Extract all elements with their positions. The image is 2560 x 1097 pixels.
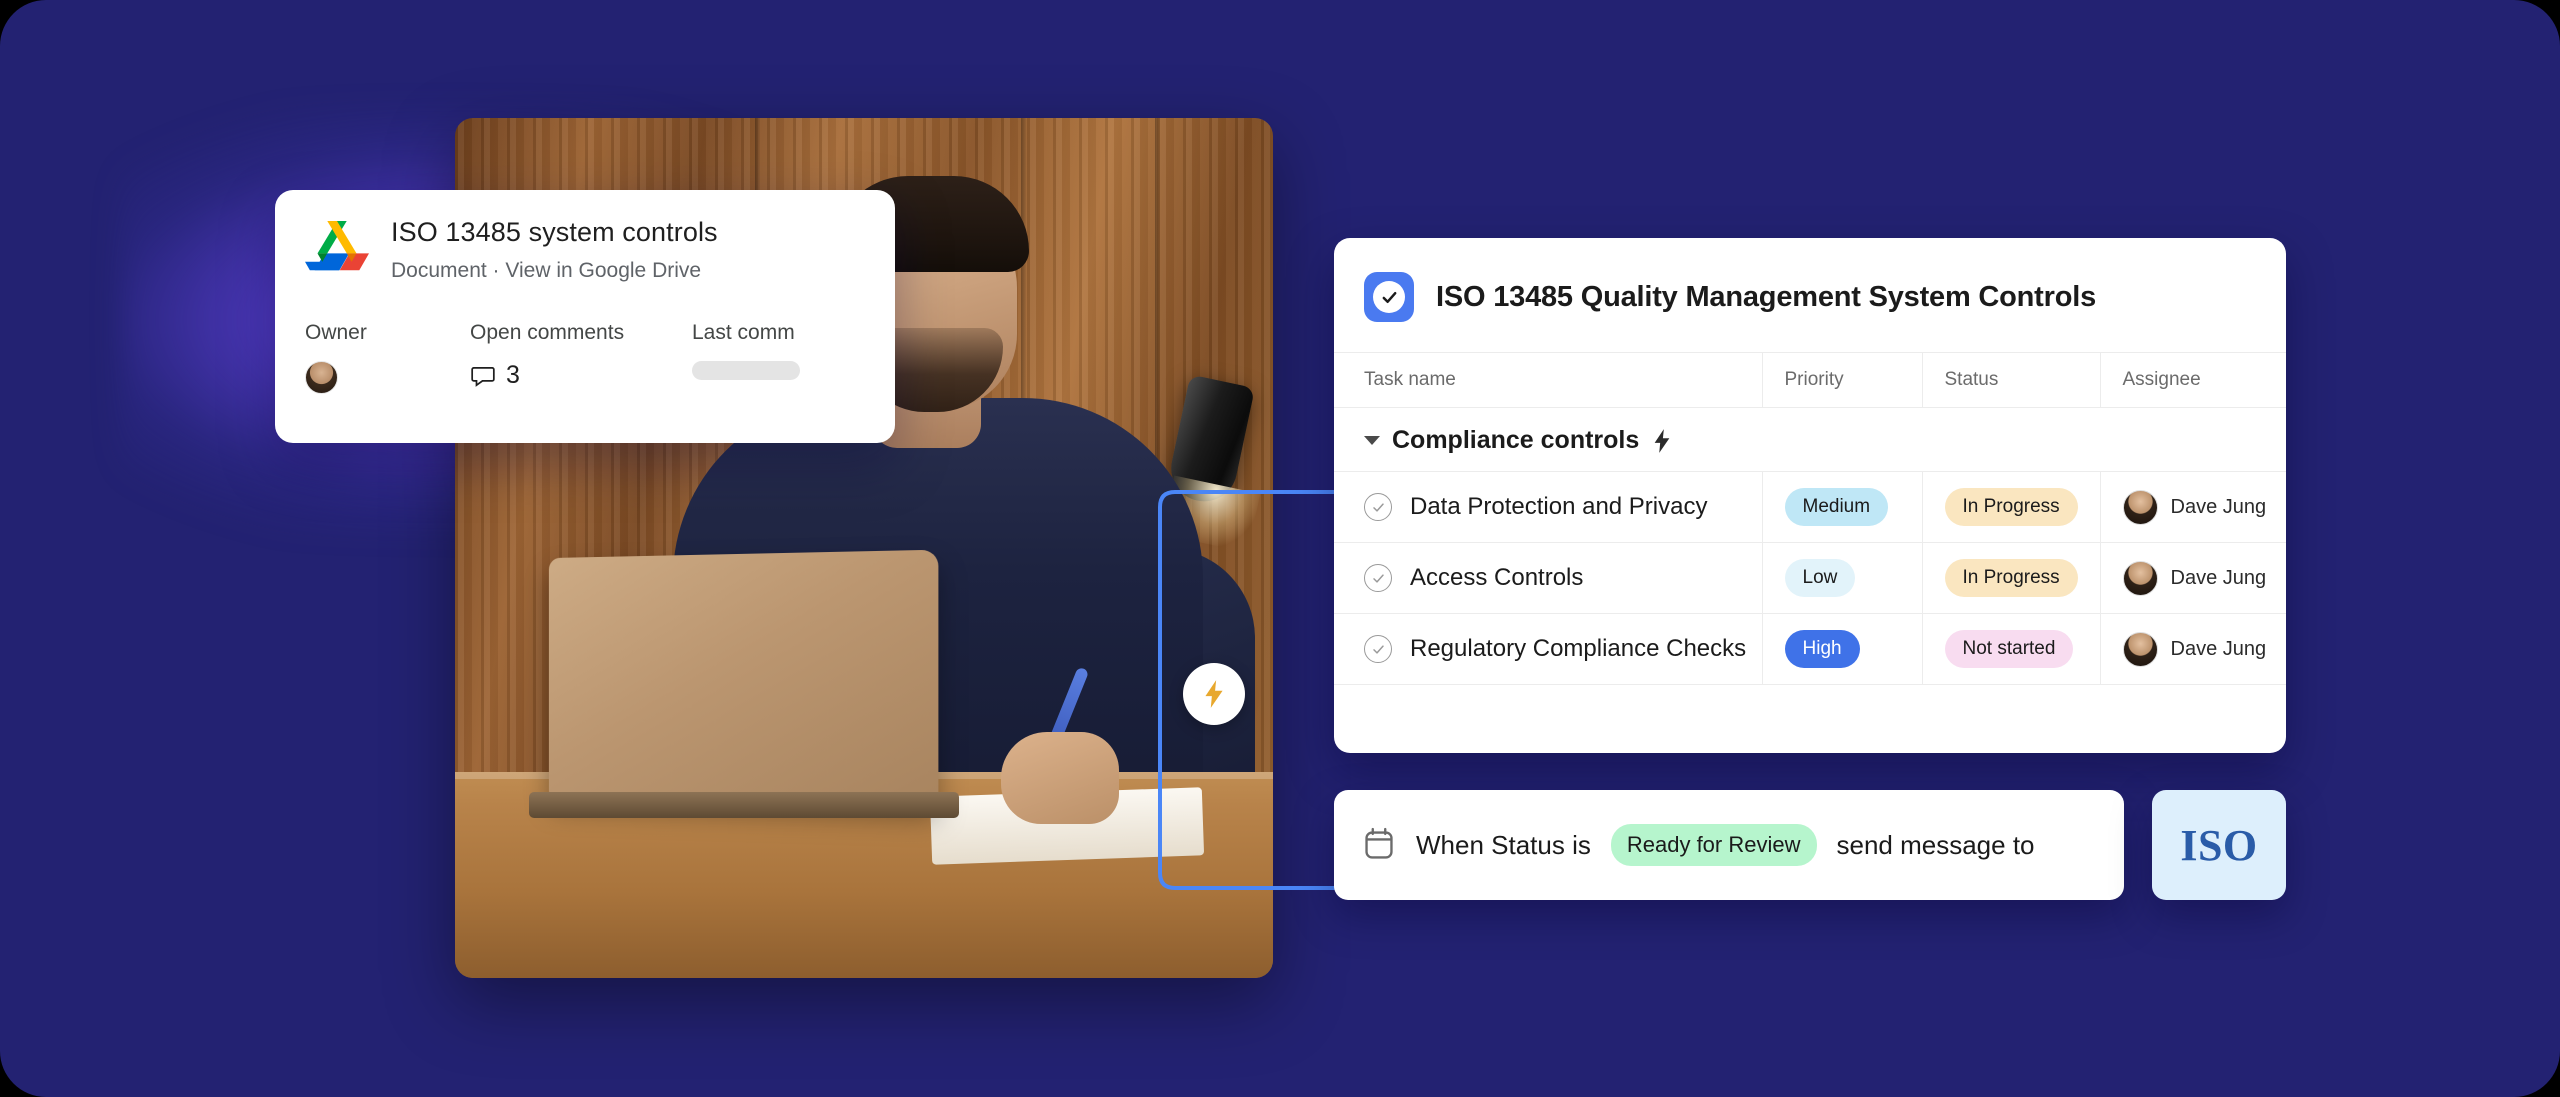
person-hand — [1001, 732, 1119, 824]
section-row[interactable]: Compliance controls — [1334, 407, 2286, 472]
cell-priority[interactable]: High — [1761, 613, 1922, 685]
task-complete-icon[interactable] — [1364, 635, 1392, 663]
section-cell: Compliance controls — [1334, 407, 2286, 472]
task-complete-icon[interactable] — [1364, 493, 1392, 521]
cell-task-name[interactable]: Regulatory Compliance Checks — [1334, 613, 1762, 685]
status-badge: Not started — [1944, 630, 2074, 668]
iso-badge-label: ISO — [2180, 820, 2258, 870]
table-header: Task name Priority Status Assignee — [1334, 352, 2286, 408]
avatar — [305, 361, 338, 395]
last-comment-label: Last comm — [692, 321, 795, 345]
chevron-down-icon[interactable] — [1364, 436, 1380, 445]
page-canvas: ISO 13485 system controls Document · Vie… — [0, 0, 2560, 1097]
open-comments-label: Open comments — [470, 321, 625, 345]
drive-file-subtitle[interactable]: Document · View in Google Drive — [391, 259, 718, 283]
open-comments-count: 3 — [506, 361, 520, 390]
google-drive-preview-card[interactable]: ISO 13485 system controls Document · Vie… — [275, 190, 895, 443]
lightning-bolt-icon — [1183, 663, 1245, 725]
cell-status[interactable]: Not started — [1921, 613, 2100, 685]
automation-trigger-text: When Status is — [1416, 829, 1591, 860]
priority-badge: High — [1784, 630, 1860, 668]
table-body: Compliance controls Data Protection and … — [1334, 407, 2286, 685]
avatar — [2122, 631, 2158, 667]
status-badge: In Progress — [1944, 488, 2078, 526]
table-row[interactable]: Data Protection and Privacy Medium In Pr… — [1334, 471, 2286, 543]
drive-card-header: ISO 13485 system controls Document · Vie… — [305, 216, 865, 283]
section-header: Compliance controls — [1364, 426, 2286, 455]
checkmark-icon — [1373, 281, 1405, 313]
owner-column: Owner — [305, 321, 470, 395]
priority-badge: Medium — [1784, 488, 1889, 526]
task-project-icon — [1364, 272, 1414, 322]
cell-assignee[interactable]: Dave Jung — [2099, 613, 2286, 685]
task-name-label: Regulatory Compliance Checks — [1410, 635, 1747, 662]
assignee-name: Dave Jung — [2170, 637, 2267, 660]
column-header-assignee[interactable]: Assignee — [2099, 352, 2286, 408]
cell-task-name[interactable]: Data Protection and Privacy — [1334, 471, 1762, 543]
avatar — [2122, 560, 2158, 596]
priority-badge: Low — [1784, 559, 1856, 597]
laptop-screen — [548, 549, 939, 805]
task-table: Task name Priority Status Assignee Compl… — [1334, 352, 2286, 685]
status-badge[interactable]: Ready for Review — [1610, 824, 1817, 866]
last-comment-placeholder — [692, 361, 800, 381]
column-header-priority[interactable]: Priority — [1761, 352, 1922, 408]
cell-priority[interactable]: Low — [1761, 542, 1922, 614]
task-name-label: Data Protection and Privacy — [1410, 493, 1708, 520]
cell-status[interactable]: In Progress — [1921, 471, 2100, 543]
task-name-label: Access Controls — [1410, 564, 1584, 591]
table-row[interactable]: Access Controls Low In Progress Dave Jun… — [1334, 542, 2286, 614]
page-title: ISO 13485 Quality Management System Cont… — [1436, 280, 2097, 313]
last-comment-column: Last comm — [692, 321, 800, 394]
drive-file-title: ISO 13485 system controls — [391, 217, 718, 247]
avatar — [2122, 489, 2158, 525]
cell-assignee[interactable]: Dave Jung — [2099, 471, 2286, 543]
calendar-icon — [1365, 827, 1393, 859]
automation-rule-card[interactable]: When Status is Ready for Review send mes… — [1334, 790, 2124, 900]
assignee-name: Dave Jung — [2170, 566, 2267, 589]
task-list-card: ISO 13485 Quality Management System Cont… — [1334, 238, 2286, 753]
owner-label: Owner — [305, 321, 367, 345]
task-card-header: ISO 13485 Quality Management System Cont… — [1334, 238, 2286, 352]
open-comments-column: Open comments 3 — [470, 321, 692, 394]
cell-status[interactable]: In Progress — [1921, 542, 2100, 614]
automation-action-text: send message to — [1836, 829, 2035, 860]
iso-badge[interactable]: ISO — [2152, 790, 2286, 900]
column-header-task-name[interactable]: Task name — [1334, 352, 1762, 408]
cell-priority[interactable]: Medium — [1761, 471, 1922, 543]
comment-bubble-icon — [471, 366, 495, 387]
open-comments-value: 3 — [470, 361, 692, 390]
drive-card-meta: Owner Open comments 3 Last comm — [305, 321, 865, 395]
cell-assignee[interactable]: Dave Jung — [2099, 542, 2286, 614]
column-header-status[interactable]: Status — [1921, 352, 2100, 408]
task-complete-icon[interactable] — [1364, 564, 1392, 592]
laptop-base — [529, 792, 959, 818]
status-badge: In Progress — [1944, 559, 2078, 597]
google-drive-icon — [305, 221, 369, 271]
owner-value — [305, 361, 470, 395]
drive-card-titles: ISO 13485 system controls Document · Vie… — [391, 216, 718, 283]
lightning-bolt-icon — [1654, 428, 1670, 453]
cell-task-name[interactable]: Access Controls — [1334, 542, 1762, 614]
assignee-name: Dave Jung — [2170, 495, 2267, 518]
section-label: Compliance controls — [1392, 426, 1640, 454]
table-row[interactable]: Regulatory Compliance Checks High Not st… — [1334, 613, 2286, 685]
